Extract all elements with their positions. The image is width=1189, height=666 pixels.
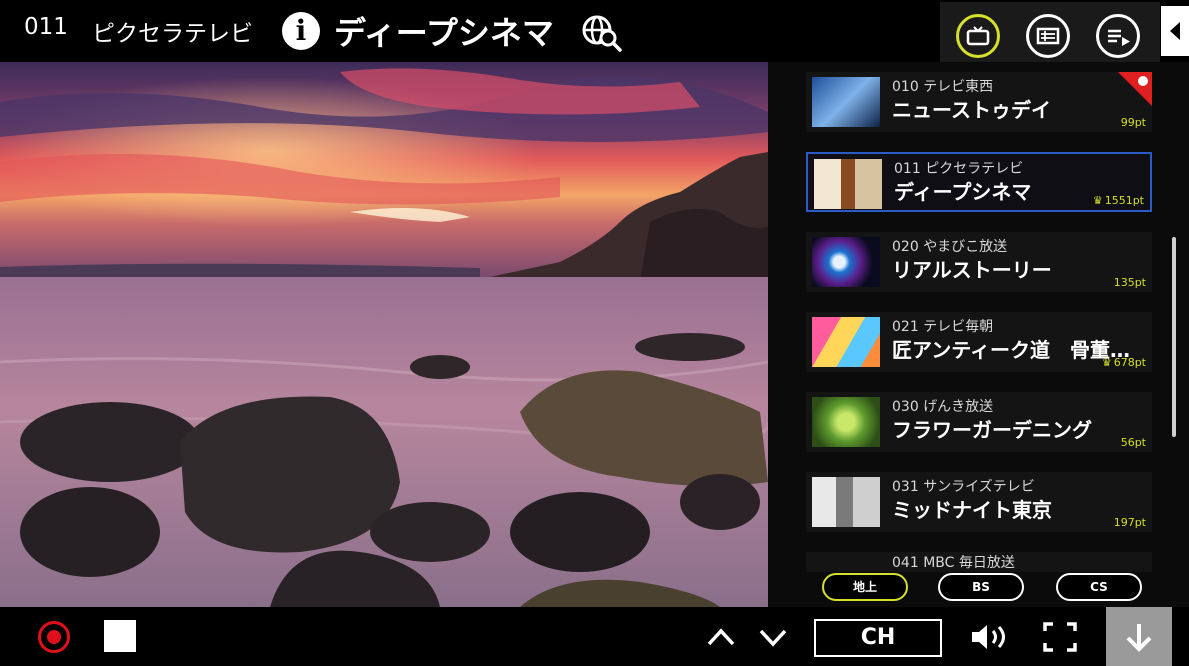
list-scrollbar[interactable] [1172, 237, 1176, 437]
volume-icon[interactable] [968, 621, 1014, 653]
points-label: 197pt [1113, 516, 1146, 529]
playlist-icon [1108, 29, 1130, 46]
new-badge-dot [1138, 76, 1148, 86]
stop-button[interactable] [104, 620, 136, 652]
video-player[interactable] [0, 62, 768, 607]
channel-down-icon[interactable] [758, 617, 788, 657]
band-tab-bs[interactable]: BS [938, 573, 1024, 601]
channel-info: 020 やまびこ放送 [892, 239, 1008, 255]
top-bar: 011 ピクセラテレビ i ディープシネマ [0, 0, 1189, 62]
points-label: ♛ 1551pt [1092, 194, 1144, 207]
program-title: 匠アンティーク道 骨董… [892, 338, 1130, 362]
channel-info: 031 サンライズテレビ [892, 479, 1035, 495]
channel-thumbnail [812, 237, 880, 287]
channel-card[interactable]: 020 やまびこ放送 リアルストーリー 135pt [806, 232, 1152, 292]
program-title: ミッドナイト東京 [892, 498, 1052, 522]
arrow-down-icon [1126, 623, 1152, 652]
band-tabs: 地上 BS CS [768, 568, 1189, 608]
channel-card[interactable]: 021 テレビ毎朝 匠アンティーク道 骨董… ♛ 678pt [806, 312, 1152, 372]
program-title: リアルストーリー [892, 258, 1052, 282]
channel-card[interactable]: 010 テレビ東西 ニューストゥデイ 99pt [806, 72, 1152, 132]
channel-info: 010 テレビ東西 [892, 79, 994, 95]
program-title: ディープシネマ [894, 180, 1032, 204]
points-label: 56pt [1120, 436, 1146, 449]
channel-thumbnail [812, 397, 880, 447]
channel-thumbnail [814, 159, 882, 209]
info-icon[interactable]: i [282, 12, 320, 50]
program-guide-button[interactable] [1026, 14, 1070, 58]
collapse-panel-button[interactable] [1161, 6, 1189, 56]
channel-info: 030 げんき放送 [892, 399, 994, 415]
channel-thumbnail [812, 477, 880, 527]
band-tab-terrestrial[interactable]: 地上 [822, 573, 908, 601]
sunset-seascape-image [0, 62, 768, 607]
band-tab-cs[interactable]: CS [1056, 573, 1142, 601]
points-label: 135pt [1113, 276, 1146, 289]
channel-info: 021 テレビ毎朝 [892, 319, 994, 335]
record-button[interactable] [38, 621, 70, 653]
points-label: ♛ 678pt [1101, 356, 1146, 369]
channel-info: 011 ピクセラテレビ [894, 161, 1024, 177]
channel-thumbnail [812, 317, 880, 367]
current-program-title: ディープシネマ [334, 14, 554, 52]
collapse-arrow-icon [1170, 22, 1180, 40]
globe-search-icon[interactable] [579, 10, 623, 54]
tv-icon [966, 26, 990, 46]
program-title: フラワーガーデニング [892, 418, 1092, 442]
guide-icon [1036, 27, 1060, 45]
channel-list-panel[interactable]: 010 テレビ東西 ニューストゥデイ 99pt 011 ピクセラテレビ ディープ… [768, 62, 1189, 607]
channel-card[interactable]: 030 げんき放送 フラワーガーデニング 56pt [806, 392, 1152, 452]
hide-controls-button[interactable] [1106, 607, 1172, 666]
crown-icon: ♛ [1101, 356, 1112, 369]
points-label: 99pt [1120, 116, 1146, 129]
tv-view-button[interactable] [956, 14, 1000, 58]
channel-thumbnail [812, 77, 880, 127]
channel-card-selected[interactable]: 011 ピクセラテレビ ディープシネマ ♛ 1551pt [806, 152, 1152, 212]
playlist-button[interactable] [1096, 14, 1140, 58]
fullscreen-icon[interactable] [1042, 621, 1078, 653]
program-title: ニューストゥデイ [892, 98, 1051, 122]
channel-up-icon[interactable] [706, 617, 736, 657]
crown-icon: ♛ [1092, 194, 1103, 207]
bottom-control-bar: CH [0, 607, 1189, 666]
current-channel-number: 011 [24, 14, 68, 40]
channel-input-button[interactable]: CH [814, 619, 942, 657]
view-mode-toolbar [940, 2, 1160, 62]
channel-card[interactable]: 031 サンライズテレビ ミッドナイト東京 197pt [806, 472, 1152, 532]
current-station-name: ピクセラテレビ [92, 21, 253, 47]
